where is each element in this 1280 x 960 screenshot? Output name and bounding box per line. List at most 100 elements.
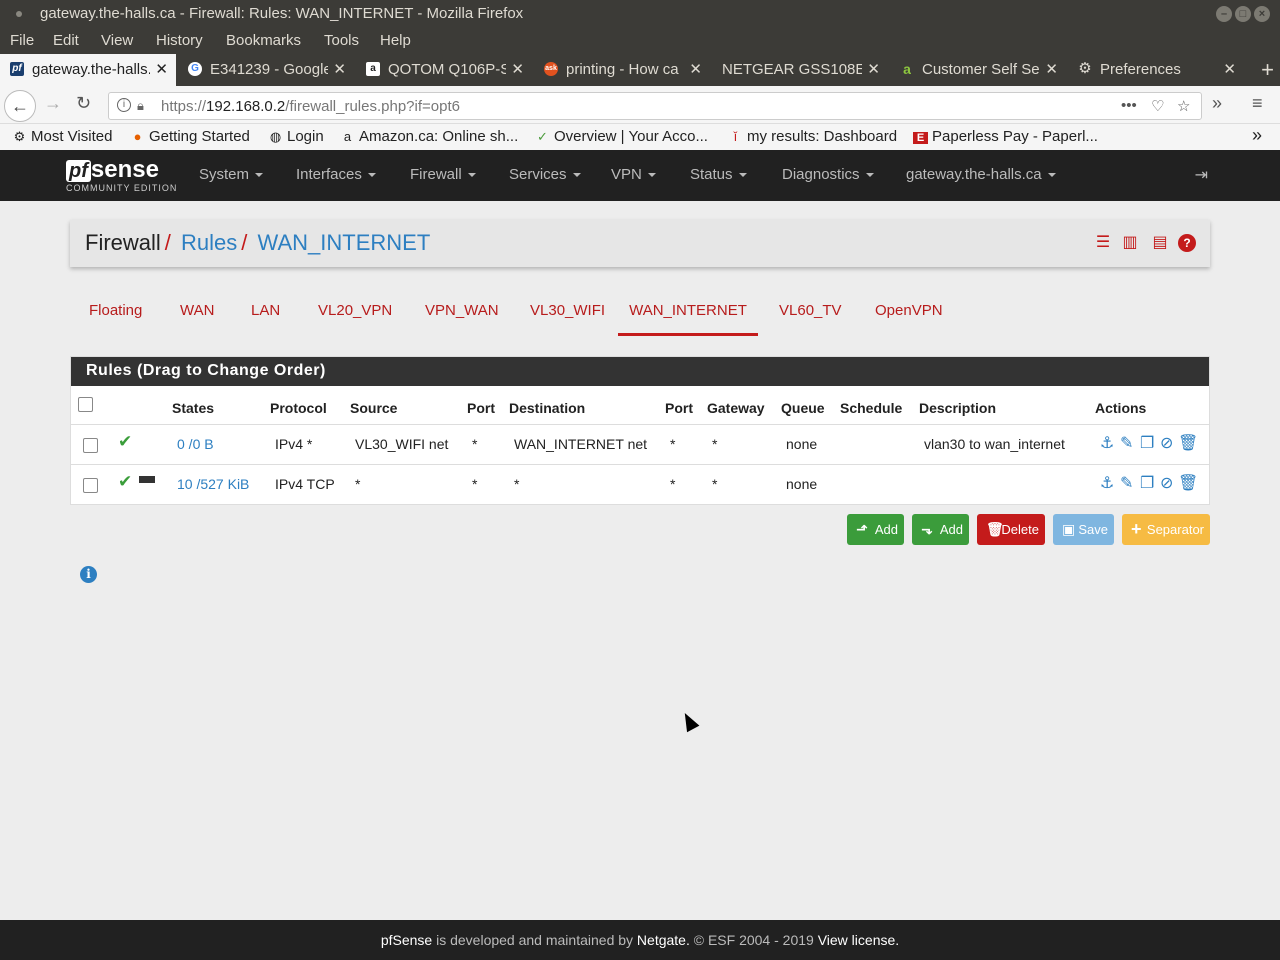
trash-icon[interactable]: 🗑︎ [1178,433,1198,453]
tab-lan[interactable]: LAN [251,290,280,336]
bookmark-item[interactable]: E Paperless Pay - Paperl... [913,128,1098,145]
help-icon[interactable]: ? [1178,234,1196,252]
reload-icon[interactable]: ↻ [76,93,91,114]
log-table-icon[interactable]: ▤ [1151,234,1169,252]
site-info-icon[interactable]: i [117,98,131,112]
bookmark-item[interactable]: ● Getting Started [130,128,250,145]
tab-wan-internet[interactable]: WAN_INTERNET [618,290,758,336]
browser-tab[interactable]: ask printing - How ca ✕ [534,54,710,86]
table-row[interactable]: ✔ 0 /0 B IPv4 * VL30_WIFI net * WAN_INTE… [71,424,1209,464]
nav-interfaces[interactable]: Interfaces [296,166,376,183]
bookmark-item[interactable]: a Amazon.ca: Online sh... [340,128,518,145]
tab-close-icon[interactable]: ✕ [511,60,524,78]
insecure-lock-icon[interactable]: 🔒︎ [137,98,144,114]
nav-hostname[interactable]: gateway.the-halls.ca [906,166,1056,183]
edit-pencil-icon[interactable]: ✎ [1120,433,1133,453]
tab-vl60-tv[interactable]: VL60_TV [779,290,842,336]
browser-tab[interactable]: G E341239 - Google ✕ [178,54,354,86]
bookmark-item[interactable]: ǐ my results: Dashboard [728,128,897,145]
pfsense-logo[interactable]: pf sense COMMUNITY EDITION [66,156,177,193]
browser-tab[interactable]: pf gateway.the-halls.ca ✕ [0,54,176,86]
bookmark-item[interactable]: ✓ Overview | Your Acco... [535,128,708,145]
copy-icon[interactable]: ❐ [1140,473,1154,493]
sliders-icon[interactable]: ☰ [1094,234,1112,252]
menu-bookmarks[interactable]: Bookmarks [226,32,301,49]
minimize-icon[interactable]: – [1216,6,1232,22]
copy-icon[interactable]: ❐ [1140,433,1154,453]
nav-system[interactable]: System [199,166,264,183]
disable-icon[interactable]: ⊘ [1160,433,1173,453]
tab-close-icon[interactable]: ✕ [333,60,346,78]
browser-tab[interactable]: ⚙ Preferences ✕ [1068,54,1244,86]
nav-services[interactable]: Services [509,166,581,183]
table-row[interactable]: ✔ 10 /527 KiB IPv4 TCP * * * * * none ⚓ … [71,464,1209,504]
info-icon[interactable]: i [80,566,97,583]
bar-chart-icon[interactable]: ▥ [1121,234,1139,252]
tab-vpn-wan[interactable]: VPN_WAN [425,290,499,336]
bookmark-item[interactable]: ◍ Login [268,128,324,145]
nav-status[interactable]: Status [690,166,747,183]
add-bottom-button[interactable]: ⬎ Add [912,514,969,545]
logout-icon[interactable]: ⇥ [1195,165,1208,185]
disable-icon[interactable]: ⊘ [1160,473,1173,493]
url-text[interactable]: https://192.168.0.2/firewall_rules.php?i… [161,98,460,115]
hamburger-menu-icon[interactable]: ≡ [1252,93,1263,114]
maximize-icon[interactable]: □ [1235,6,1251,22]
trash-icon[interactable]: 🗑︎ [1178,473,1198,493]
add-top-button[interactable]: ⬏ Add [847,514,904,545]
tab-vl30-wifi[interactable]: VL30_WIFI [530,290,605,336]
menu-help[interactable]: Help [380,32,411,49]
bookmarks-overflow-icon[interactable]: » [1252,125,1262,146]
tab-close-icon[interactable]: ✕ [867,60,880,78]
back-icon[interactable]: ← [4,90,36,122]
menu-tools[interactable]: Tools [324,32,359,49]
menu-edit[interactable]: Edit [53,32,79,49]
bookmark-star-icon[interactable]: ☆ [1177,97,1190,115]
footer-brand[interactable]: pfSense [381,932,432,948]
menu-view[interactable]: View [101,32,133,49]
tab-vl20-vpn[interactable]: VL20_VPN [318,290,392,336]
pocket-icon[interactable]: ♡ [1151,97,1164,115]
page-actions-icon[interactable]: ••• [1121,97,1137,114]
enabled-check-icon[interactable]: ✔ [118,432,132,452]
browser-tab[interactable]: a QOTOM Q106P-S ✕ [356,54,532,86]
edit-pencil-icon[interactable]: ✎ [1120,473,1133,493]
rule-source: VL30_WIFI net [355,436,449,452]
nav-vpn[interactable]: VPN [611,166,656,183]
nav-diagnostics[interactable]: Diagnostics [782,166,874,183]
url-bar[interactable]: i 🔒︎ https://192.168.0.2/firewall_rules.… [108,92,1202,120]
close-window-icon[interactable]: × [1254,6,1270,22]
anchor-icon[interactable]: ⚓ [1100,433,1114,453]
browser-tab[interactable]: a Customer Self Se ✕ [890,54,1066,86]
tab-close-icon[interactable]: ✕ [689,60,702,78]
col-description: Description [919,400,997,416]
row-checkbox[interactable] [83,478,98,493]
tab-close-icon[interactable]: ✕ [1045,60,1058,78]
separator-button[interactable]: + Separator [1122,514,1210,545]
rule-states[interactable]: 0 /0 B [177,436,214,452]
delete-button[interactable]: 🗑︎ Delete [977,514,1045,545]
breadcrumb-page[interactable]: WAN_INTERNET [258,230,431,255]
tab-wan[interactable]: WAN [180,290,214,336]
footer-company[interactable]: Netgate. [637,932,690,948]
browser-tab[interactable]: NETGEAR GSS108E ✕ [712,54,888,86]
menu-history[interactable]: History [156,32,203,49]
tab-floating[interactable]: Floating [89,290,142,336]
bookmark-item[interactable]: ⚙ Most Visited [12,128,113,145]
tab-openvpn[interactable]: OpenVPN [875,290,943,336]
row-checkbox[interactable] [83,438,98,453]
overflow-chevron-icon[interactable]: » [1212,93,1222,114]
save-button[interactable]: ▣ Save [1053,514,1114,545]
select-all-checkbox[interactable] [78,397,93,412]
breadcrumb-rules[interactable]: Rules [181,230,237,255]
view-license-link[interactable]: View license. [818,932,899,948]
tab-close-icon[interactable]: ✕ [1223,60,1236,78]
menu-file[interactable]: File [10,32,34,49]
new-tab-icon[interactable]: + [1261,57,1274,83]
enabled-check-icon[interactable]: ✔ [118,472,132,492]
nav-firewall[interactable]: Firewall [410,166,476,183]
tab-close-icon[interactable]: ✕ [155,60,168,78]
rule-states[interactable]: 10 /527 KiB [177,476,249,492]
forward-icon[interactable]: → [44,93,62,114]
anchor-icon[interactable]: ⚓ [1100,473,1114,493]
